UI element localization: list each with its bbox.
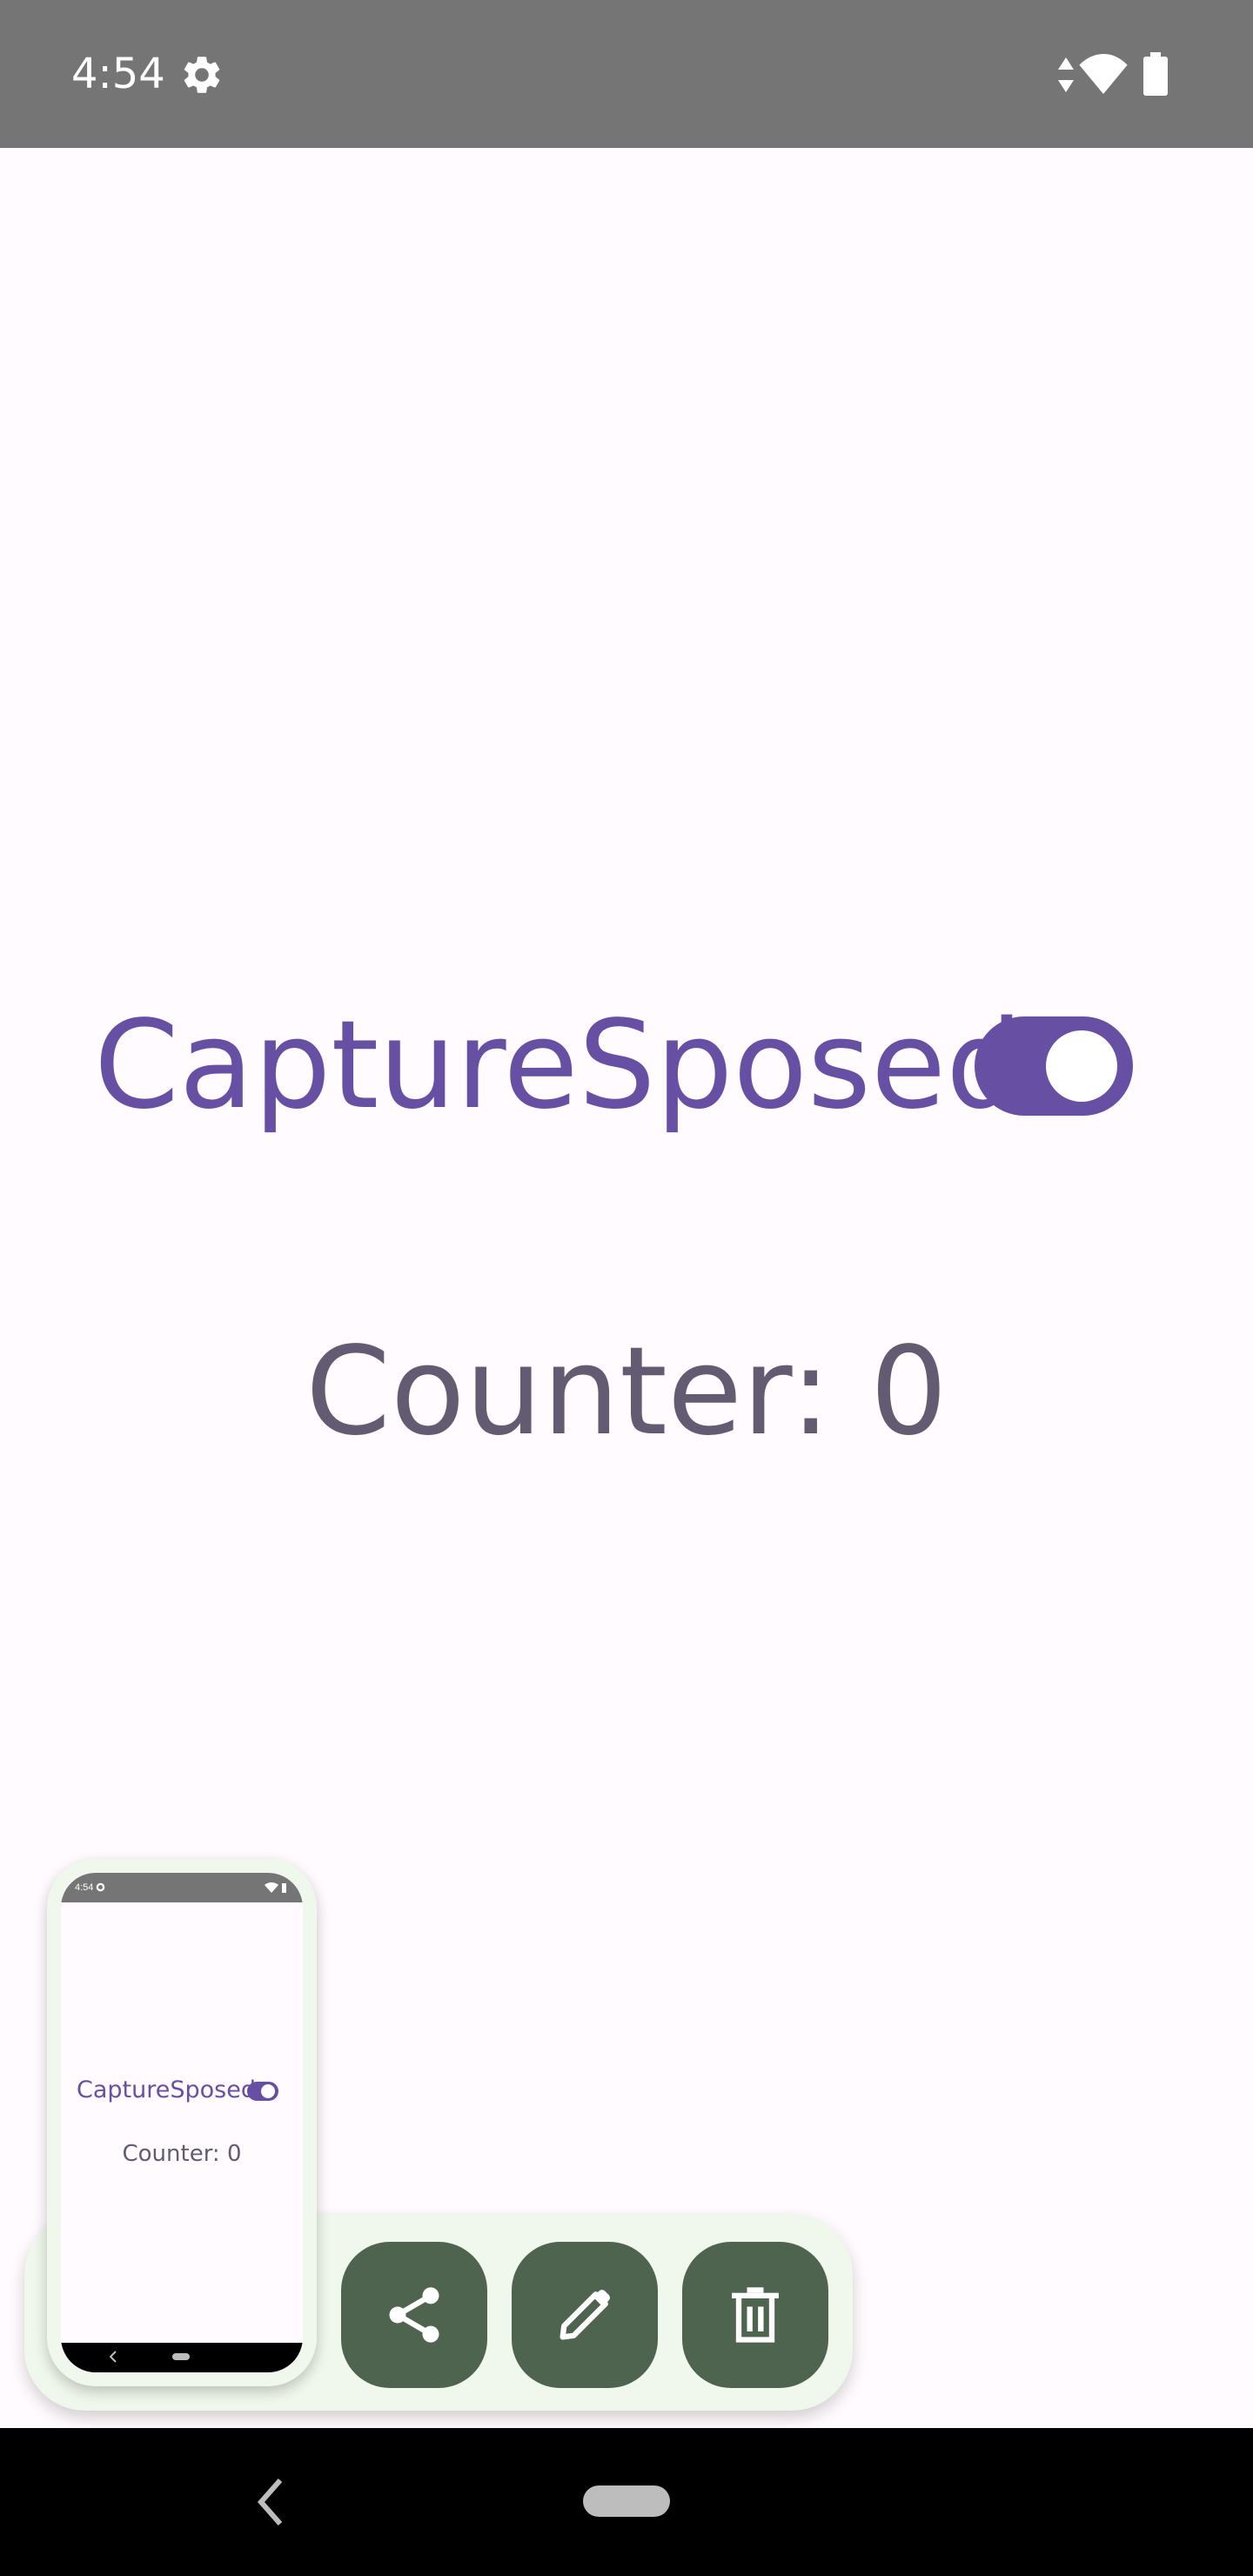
data-arrows-icon <box>1058 57 1074 92</box>
page-title: CaptureSposed <box>94 995 1023 1137</box>
status-icons <box>265 1882 286 1893</box>
preview-toggle-thumb <box>261 2084 275 2098</box>
battery-icon <box>1143 52 1168 96</box>
gear-icon <box>184 57 220 93</box>
delete-icon <box>732 2287 779 2343</box>
share-icon <box>389 2287 439 2343</box>
preview-title: CaptureSposed <box>77 2076 256 2103</box>
preview-toggle <box>247 2082 278 2101</box>
capture-sposed-row: CaptureSposed <box>94 992 1182 1140</box>
preview-status-bar: 4:54 <box>61 1873 303 1902</box>
capture-toggle[interactable] <box>975 1016 1133 1116</box>
home-button[interactable] <box>583 2485 670 2517</box>
status-time: 4:54 <box>71 50 165 98</box>
back-icon <box>110 2351 117 2363</box>
preview-screen: 4:54 CaptureSposed Counter: 0 <box>61 1873 303 2372</box>
gear-icon <box>96 1882 105 1892</box>
screenshot-preview[interactable]: 4:54 CaptureSposed Counter: 0 <box>47 1859 317 2386</box>
preview-nav-bar <box>61 2343 303 2372</box>
counter-label: Counter: 0 <box>305 1321 948 1463</box>
toggle-thumb <box>1046 1030 1117 1102</box>
back-button[interactable] <box>258 2477 284 2527</box>
status-bar: 4:54 <box>0 0 1253 148</box>
wifi-icon <box>1079 54 1128 94</box>
delete-button[interactable] <box>682 2242 828 2388</box>
preview-status-time: 4:54 <box>75 1882 94 1893</box>
preview-title-row: CaptureSposed <box>77 2076 294 2104</box>
home-pill <box>172 2353 190 2360</box>
preview-counter: Counter: 0 <box>122 2141 242 2167</box>
edit-icon <box>559 2290 610 2340</box>
share-button[interactable] <box>341 2242 487 2388</box>
navigation-bar <box>0 2428 1253 2576</box>
edit-button[interactable] <box>512 2242 658 2388</box>
